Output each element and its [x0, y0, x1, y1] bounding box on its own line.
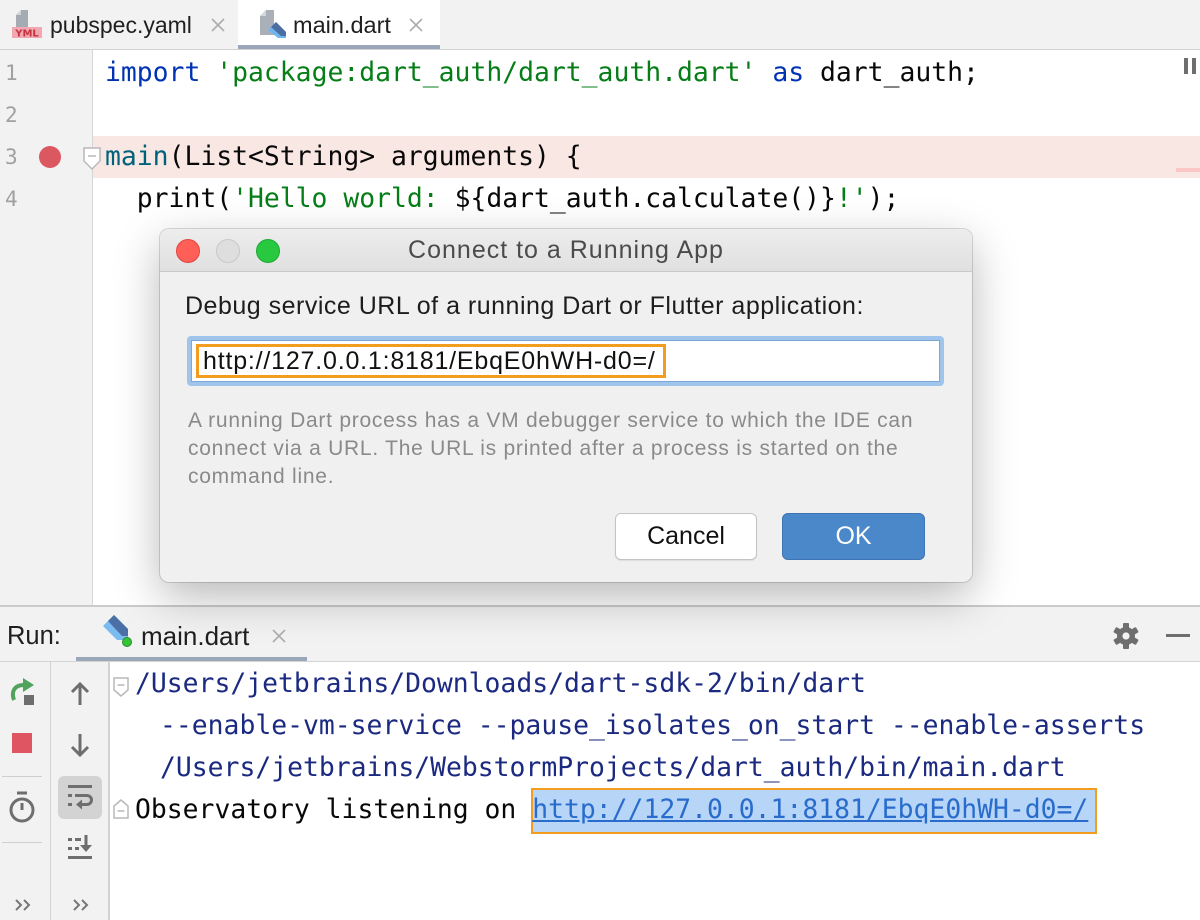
editor-tab-bar: YML pubspec.yaml main.dart	[0, 0, 1200, 50]
minimize-panel-button[interactable]	[1162, 627, 1194, 643]
line-number: 2	[5, 103, 18, 127]
tab-pubspec-yaml[interactable]: YML pubspec.yaml	[0, 0, 238, 49]
toolbar-divider	[2, 842, 42, 843]
run-panel-header: Run: main.dart	[0, 607, 1200, 662]
debug-service-url-input[interactable]	[191, 340, 940, 382]
line-number: 3	[5, 145, 18, 169]
stopwatch-icon[interactable]	[8, 790, 36, 824]
console-line: Observatory listening on http://127.0.0.…	[135, 789, 1088, 831]
help-text-line: command line.	[188, 465, 335, 488]
soft-wrap-icon	[68, 785, 94, 811]
yaml-icon-badge: YML	[14, 29, 39, 40]
active-run-tab-indicator	[76, 657, 307, 661]
code-token: 'package:dart_auth/dart_auth.dart'	[216, 57, 757, 88]
ok-button[interactable]: OK	[782, 513, 925, 560]
code-token: import	[105, 57, 201, 88]
more-icon[interactable]	[73, 899, 89, 911]
code-line[interactable]: main(List<String> arguments) {	[105, 136, 582, 178]
yaml-file-icon: YML	[12, 9, 42, 40]
console-output[interactable]: /Users/jetbrains/Downloads/dart-sdk-2/bi…	[110, 662, 1200, 920]
fold-end-icon[interactable]	[113, 799, 129, 819]
dart-running-icon	[101, 612, 133, 650]
code-token: as	[772, 57, 805, 88]
help-text: A running Dart process has a VM debugger…	[188, 407, 913, 491]
console-line: /Users/jetbrains/WebstormProjects/dart_a…	[160, 752, 1066, 783]
run-toolbar-secondary	[51, 662, 110, 920]
code-line[interactable]: print('Hello world: ${dart_auth.calculat…	[105, 178, 900, 220]
code-analysis-status-icon[interactable]	[1184, 58, 1196, 74]
close-run-tab-icon[interactable]	[271, 628, 287, 644]
observatory-url-link[interactable]: http://127.0.0.1:8181/EbqE0hWH-d0=/	[532, 794, 1088, 825]
code-token: 'Hello world:	[232, 183, 455, 214]
help-text-line: A running Dart process has a VM debugger…	[188, 409, 914, 432]
code-token: (List<String> arguments) {	[168, 141, 582, 172]
up-arrow-icon[interactable]	[69, 680, 91, 706]
tab-label: main.dart	[293, 12, 391, 38]
code-token: !'	[835, 183, 868, 214]
console-line: /Users/jetbrains/Downloads/dart-sdk-2/bi…	[135, 668, 866, 699]
url-field-focus-ring	[187, 336, 944, 386]
close-tab-icon[interactable]	[408, 17, 424, 33]
scroll-to-end-icon[interactable]	[67, 835, 93, 861]
down-arrow-icon[interactable]	[69, 733, 91, 759]
code-token: main	[105, 141, 169, 172]
run-tab-main-dart[interactable]: main.dart	[76, 607, 307, 661]
error-stripe-marker[interactable]	[1176, 168, 1200, 172]
run-toolbar-primary	[0, 662, 51, 920]
close-tab-icon[interactable]	[210, 17, 226, 33]
more-icon[interactable]	[15, 899, 31, 911]
cancel-button[interactable]: Cancel	[615, 513, 757, 560]
console-output-text: Observatory listening on	[135, 794, 533, 825]
tab-label: pubspec.yaml	[50, 12, 192, 38]
soft-wrap-button[interactable]	[58, 776, 102, 819]
connect-to-running-app-dialog: Connect to a Running App Debug service U…	[160, 229, 972, 582]
code-token: );	[867, 183, 900, 214]
fold-marker-icon[interactable]	[83, 147, 101, 171]
active-tab-indicator	[238, 45, 440, 49]
status-bar-right	[1192, 58, 1196, 74]
run-panel-label: Run:	[7, 622, 61, 650]
line-number: 4	[5, 187, 18, 211]
tab-main-dart[interactable]: main.dart	[238, 0, 440, 49]
url-field-label: Debug service URL of a running Dart or F…	[185, 292, 864, 320]
status-bar-left	[1184, 58, 1188, 74]
close-window-button[interactable]	[176, 239, 200, 263]
minimize-window-button	[216, 239, 240, 263]
dialog-title: Connect to a Running App	[408, 236, 724, 264]
gear-icon[interactable]	[1113, 623, 1139, 649]
run-tab-label: main.dart	[141, 621, 250, 651]
line-number: 1	[5, 61, 18, 85]
toolbar-divider	[2, 776, 42, 777]
minimize-icon	[1166, 634, 1190, 637]
dart-file-icon	[259, 9, 287, 39]
editor-gutter[interactable]: 1 2 3 4	[0, 50, 93, 605]
zoom-window-button[interactable]	[256, 239, 280, 263]
rerun-icon[interactable]	[9, 676, 37, 706]
code-line[interactable]: import 'package:dart_auth/dart_auth.dart…	[105, 52, 979, 94]
stop-icon[interactable]	[12, 733, 32, 753]
fold-start-icon[interactable]	[113, 677, 129, 697]
help-text-line: connect via a URL. The URL is printed af…	[188, 437, 899, 460]
breakpoint-icon[interactable]	[39, 146, 61, 168]
code-token: dart_auth;	[804, 57, 979, 88]
dialog-titlebar[interactable]: Connect to a Running App	[160, 229, 972, 272]
code-token: print(	[105, 183, 233, 214]
console-line: --enable-vm-service --pause_isolates_on_…	[160, 710, 1146, 741]
code-token: ${dart_auth.calculate()}	[454, 183, 836, 214]
